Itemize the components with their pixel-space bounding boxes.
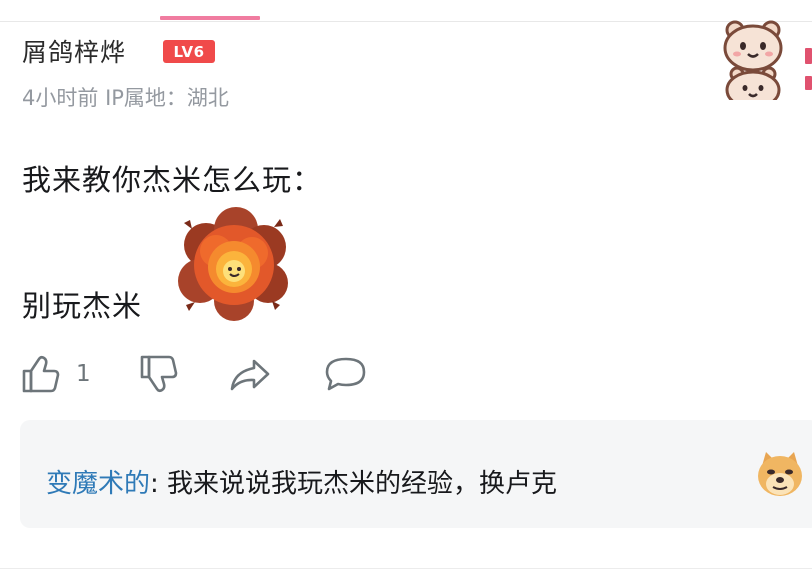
comment-meta: 4小时前 IP属地：湖北: [22, 82, 229, 112]
bottom-divider: [0, 568, 812, 569]
like-button[interactable]: 1: [20, 352, 91, 396]
reply-separator: :: [150, 469, 168, 499]
comment-username[interactable]: 屑鸽梓烨: [22, 33, 126, 69]
bear-icon: [723, 20, 783, 100]
like-count: 1: [76, 361, 91, 387]
comment-bubble-icon: [325, 357, 366, 391]
reply-preview[interactable]: 变魔术的: 我来说说我玩杰米的经验，换卢克: [20, 420, 812, 528]
avatar-decoration[interactable]: [713, 18, 812, 100]
reply-text: 我来说说我玩杰米的经验，换卢克: [167, 469, 558, 499]
explosion-icon: [178, 207, 288, 321]
dislike-button[interactable]: [138, 352, 184, 396]
top-divider: [0, 21, 812, 22]
edge-mark-bottom: [805, 76, 812, 90]
thumbs-up-icon: [22, 355, 60, 393]
level-badge: LV6: [163, 40, 215, 63]
share-icon: [230, 359, 270, 391]
doge-emoji: [754, 448, 806, 500]
edge-mark-top: [805, 48, 812, 64]
explosion-sticker: [176, 205, 292, 323]
comment-page: 屑鸽梓烨 LV6 4小时前 IP属地：湖北 我来教你杰米怎么玩： 别玩杰米 1 …: [0, 0, 812, 572]
reply-line: 变魔术的: 我来说说我玩杰米的经验，换卢克: [46, 463, 557, 500]
comment-text-line1: 我来教你杰米怎么玩：: [22, 163, 323, 197]
comment-text-line2: 别玩杰米: [22, 289, 143, 323]
share-button[interactable]: [228, 352, 278, 396]
thumbs-down-icon: [140, 355, 178, 393]
comment-ip-location: IP属地：湖北: [105, 86, 229, 110]
reply-author[interactable]: 变魔术的: [46, 469, 150, 499]
doge-icon: [758, 452, 802, 496]
tab-indicator: [160, 16, 260, 20]
comment-time: 4小时前: [22, 86, 99, 110]
reply-button[interactable]: [324, 352, 370, 396]
